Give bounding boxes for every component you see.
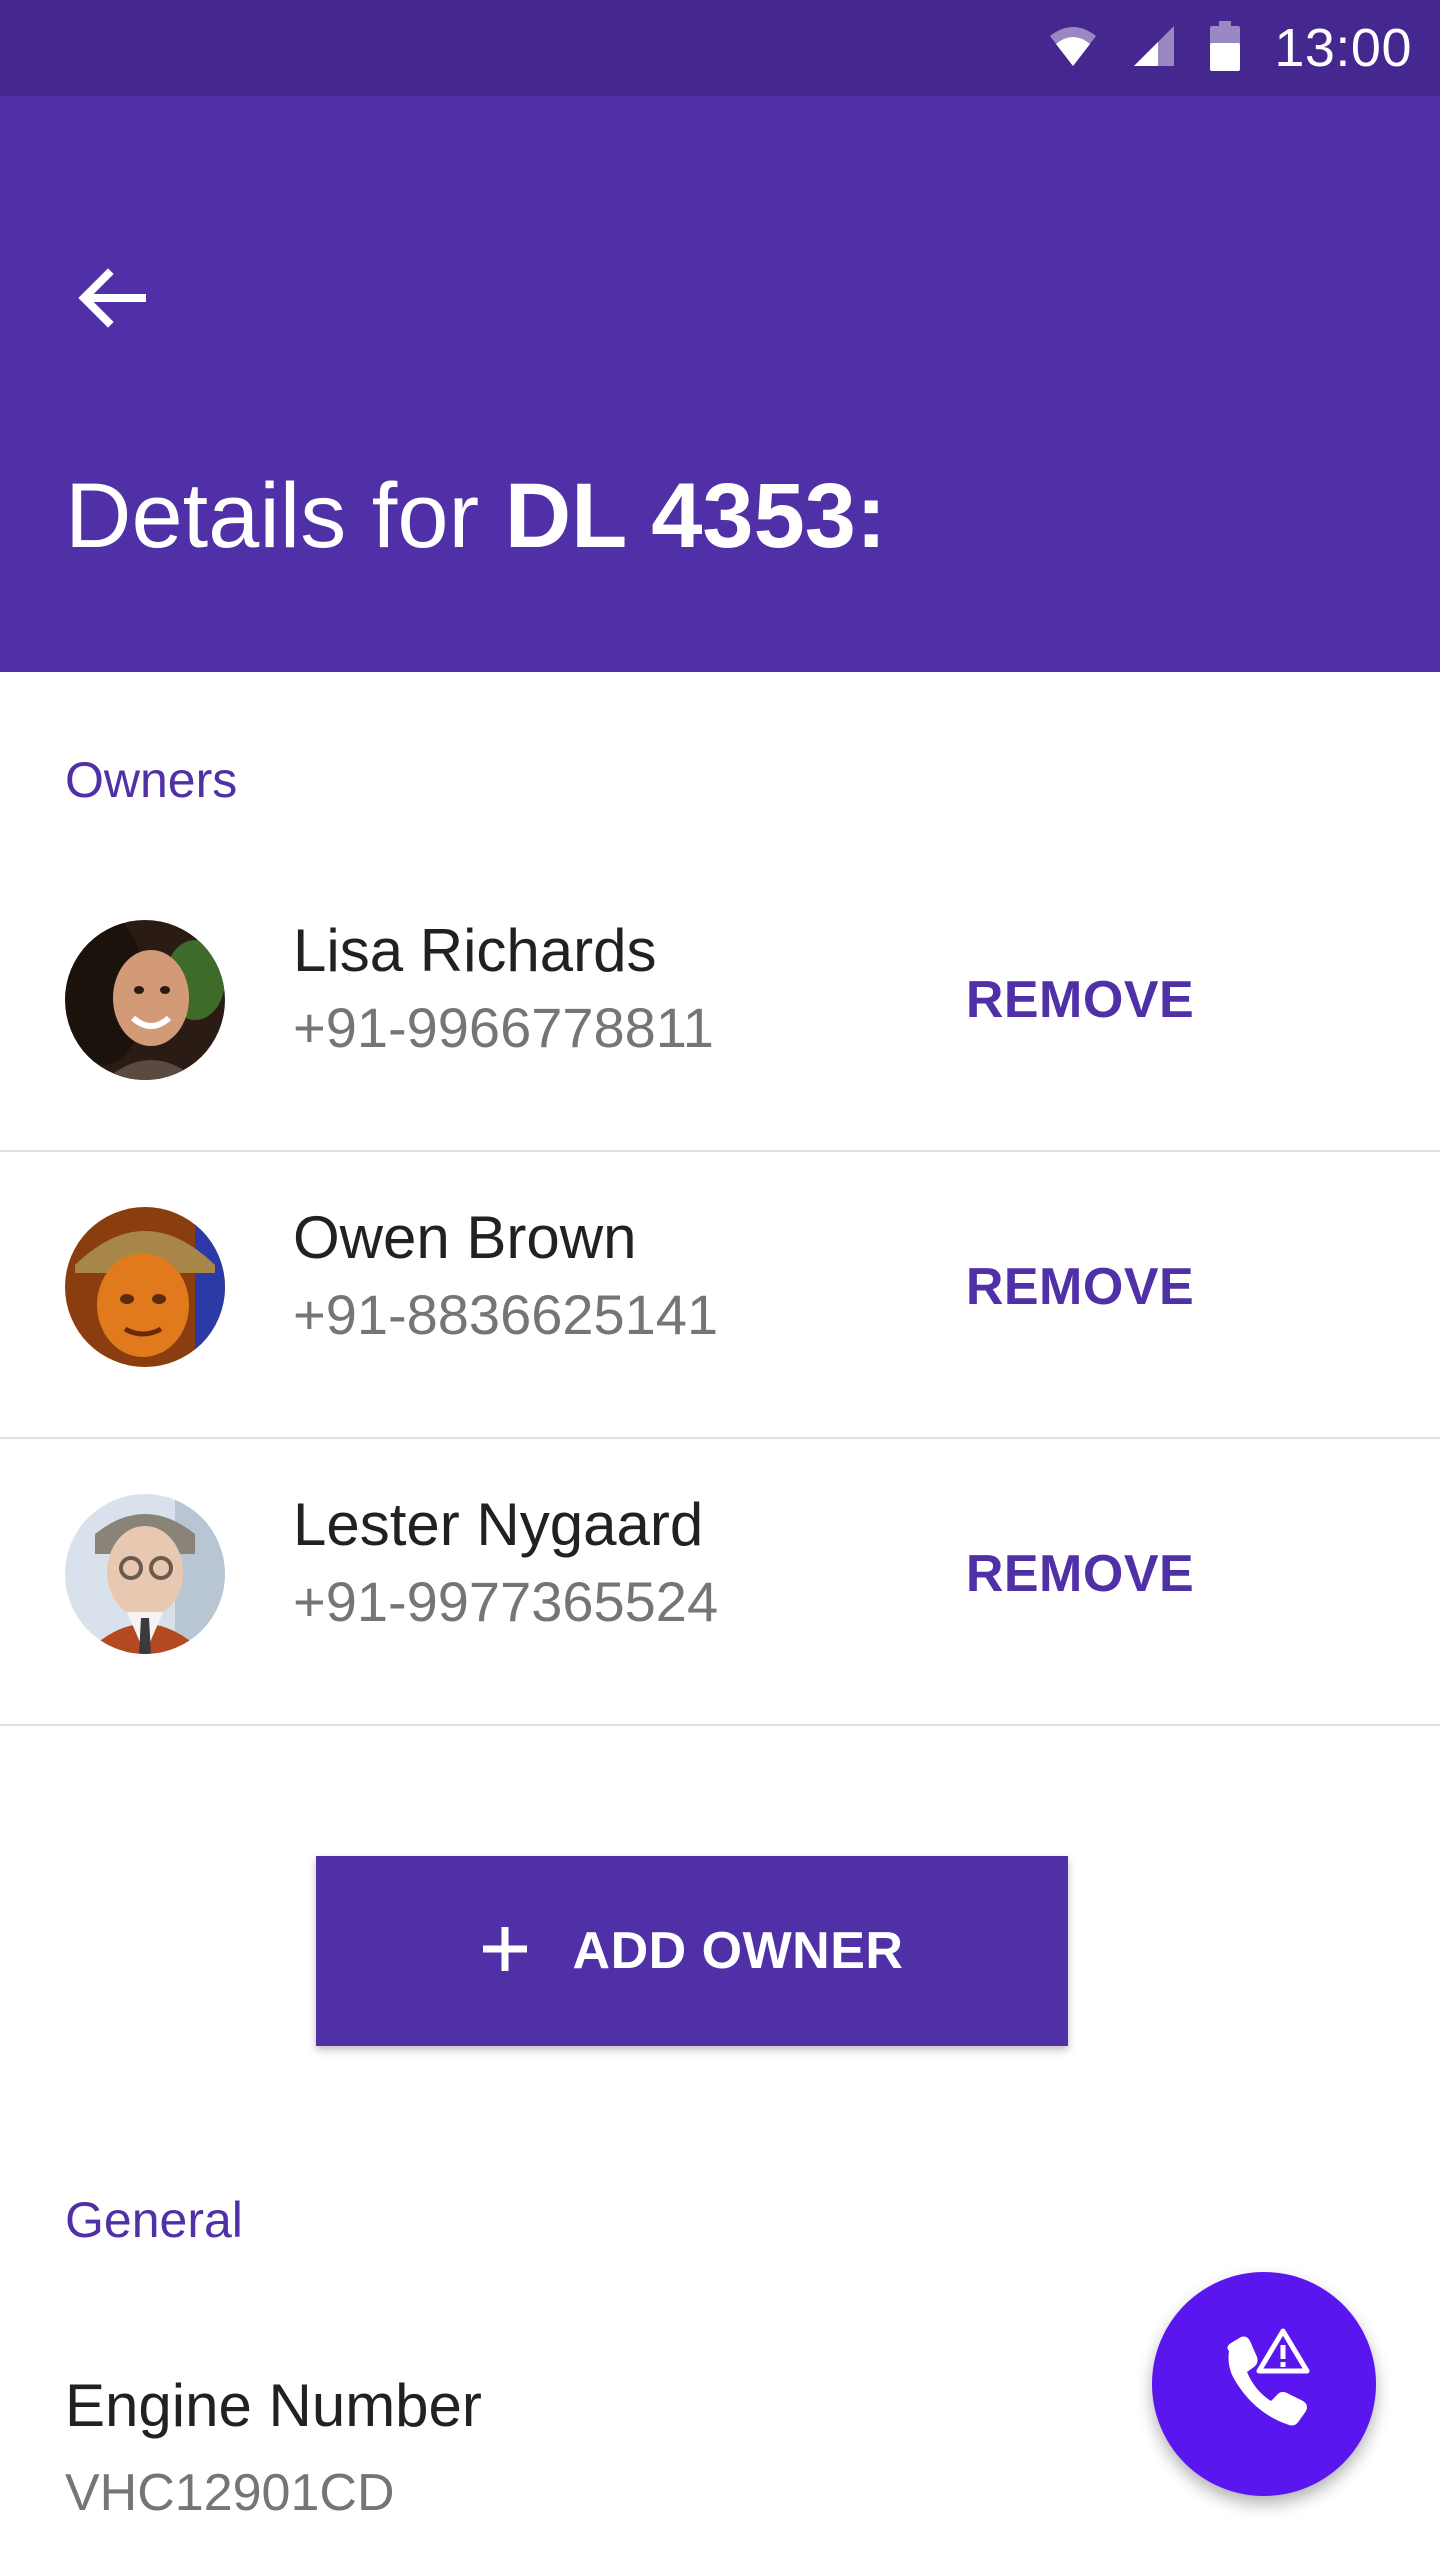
engine-number-value: VHC12901CD [65, 2464, 395, 2522]
cell-signal-icon [1132, 24, 1176, 73]
owner-phone: +91-9966778811 [293, 996, 714, 1059]
page-title-prefix: Details for [65, 465, 505, 567]
avatar [65, 1494, 225, 1654]
battery-icon [1210, 20, 1241, 76]
general-section-header: General [65, 2192, 243, 2248]
owners-section-header: Owners [65, 752, 238, 808]
wifi-icon [1048, 24, 1098, 73]
remove-owner-button[interactable]: REMOVE [950, 955, 1210, 1045]
avatar [65, 1207, 225, 1367]
owner-name: Lisa Richards [293, 917, 657, 984]
owner-name: Lester Nygaard [293, 1491, 704, 1558]
page-title-vehicle: DL 4353: [504, 465, 887, 567]
phone-alert-icon [1209, 2327, 1319, 2442]
remove-owner-button[interactable]: REMOVE [950, 1242, 1210, 1332]
engine-number-label: Engine Number [65, 2372, 482, 2439]
back-button[interactable] [66, 254, 158, 346]
owner-row: Owen Brown +91-8836625141 REMOVE [0, 1152, 1440, 1439]
owner-name: Owen Brown [293, 1204, 637, 1271]
add-owner-button[interactable]: ADD OWNER [316, 1856, 1068, 2046]
owner-row: Lester Nygaard +91-9977365524 REMOVE [0, 1439, 1440, 1726]
emergency-call-fab[interactable] [1152, 2272, 1376, 2496]
owner-phone: +91-9977365524 [293, 1570, 719, 1633]
arrow-back-icon [78, 266, 146, 335]
page-title: Details for DL 4353: [65, 460, 887, 572]
owner-row: Lisa Richards +91-9966778811 REMOVE [0, 865, 1440, 1152]
add-owner-label: ADD OWNER [572, 1922, 904, 1980]
status-time: 13:00 [1274, 18, 1412, 78]
status-icons: 13:00 [1048, 0, 1412, 96]
app-bar [0, 96, 1440, 672]
avatar [65, 920, 225, 1080]
owner-phone: +91-8836625141 [293, 1283, 719, 1346]
plus-icon [481, 1925, 529, 1978]
remove-owner-button[interactable]: REMOVE [950, 1529, 1210, 1619]
status-bar: 13:00 [0, 0, 1440, 96]
